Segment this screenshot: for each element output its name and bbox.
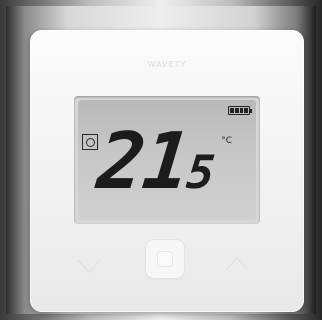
temperature-integer: 21 [93, 117, 193, 207]
select-button[interactable] [146, 240, 184, 278]
battery-cell [234, 108, 239, 113]
chevron-down-icon [77, 259, 101, 274]
temperature-readout: 215 [93, 117, 220, 207]
battery-icon [228, 106, 252, 115]
battery-cell [239, 108, 244, 113]
brand-label: WAVETY [147, 60, 187, 69]
thermostat-device: WAVETY 215 °C [30, 30, 304, 312]
temperature-unit: °C [221, 136, 232, 146]
increase-button[interactable] [222, 250, 252, 284]
photo-background: WAVETY 215 °C [6, 6, 316, 314]
battery-cell [230, 108, 234, 113]
temperature-decimal: 5 [184, 145, 218, 199]
chevron-up-icon [225, 256, 249, 271]
battery-cell [244, 108, 248, 113]
lcd-display: 215 °C [78, 100, 256, 220]
lcd-bezel: 215 °C [74, 96, 260, 224]
decrease-button[interactable] [74, 250, 104, 284]
select-icon [158, 252, 172, 266]
mode-icon [82, 134, 98, 150]
